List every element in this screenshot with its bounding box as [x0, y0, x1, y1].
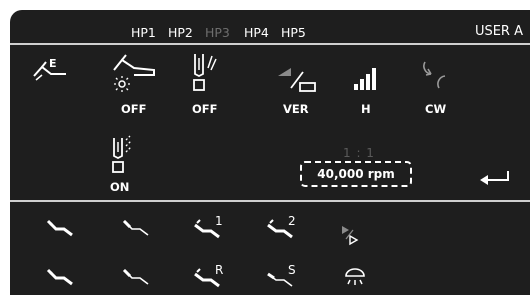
edit-label: E	[49, 57, 57, 70]
rpm-display[interactable]: 40,000 rpm	[300, 161, 412, 187]
handpiece-edit-button[interactable]: E	[32, 50, 82, 90]
coolant-button[interactable]: ON	[108, 134, 158, 200]
rpm-value: 40,000 rpm	[317, 167, 395, 181]
play-pause-icon[interactable]	[340, 224, 370, 246]
preset-handpiece-memory2-icon[interactable]	[264, 217, 304, 247]
coolant-spray-icon	[112, 135, 132, 173]
direction-button[interactable]: CW	[415, 50, 465, 118]
user-label[interactable]: USER A	[475, 24, 523, 39]
preset-handpiece-spray-icon[interactable]	[264, 266, 304, 295]
mode-ver-icon	[278, 68, 316, 92]
preset-handpiece-reverse-icon[interactable]	[191, 266, 231, 295]
tab-hp2[interactable]: HP2	[168, 25, 193, 40]
tab-hp4[interactable]: HP4	[244, 25, 269, 40]
gear-ratio: 1 : 1	[343, 146, 375, 160]
memory2-label: 2	[288, 214, 296, 228]
torque-button[interactable]: H	[347, 50, 397, 118]
coolant-value: ON	[110, 180, 130, 194]
spray-label: S	[288, 263, 296, 277]
preset-handpiece-memory1-icon[interactable]	[191, 217, 231, 247]
presets-divider	[10, 200, 530, 202]
enter-icon[interactable]	[478, 168, 514, 188]
lamp-icon[interactable]	[342, 268, 372, 292]
preset-handpiece-3-icon[interactable]	[44, 266, 80, 295]
torque-value: H	[361, 102, 371, 116]
spray-icon	[193, 54, 217, 91]
tab-hp5[interactable]: HP5	[281, 25, 306, 40]
spray-value: OFF	[192, 102, 218, 116]
mode-button[interactable]: VER	[273, 50, 323, 118]
memory1-label: 1	[215, 214, 223, 228]
preset-handpiece-1-icon[interactable]	[44, 217, 80, 247]
rotation-direction-icon	[423, 61, 446, 89]
torque-bars-icon	[354, 68, 376, 90]
mode-value: VER	[283, 102, 309, 116]
handpiece-light-icon	[113, 54, 155, 92]
header-divider	[10, 43, 530, 45]
spray-button[interactable]: OFF	[187, 50, 237, 118]
tab-hp3: HP3	[205, 25, 230, 40]
light-value: OFF	[121, 102, 147, 116]
tab-hp1[interactable]: HP1	[131, 25, 156, 40]
control-panel: HP1 HP2 HP3 HP4 HP5 USER A E OFF OFF VER…	[10, 10, 530, 295]
light-button[interactable]: OFF	[108, 50, 168, 118]
direction-value: CW	[425, 102, 447, 116]
preset-handpiece-4-icon[interactable]	[120, 266, 156, 295]
reverse-label: R	[215, 263, 224, 277]
preset-handpiece-2-icon[interactable]	[120, 217, 156, 247]
handpiece-edit-icon	[33, 61, 66, 81]
